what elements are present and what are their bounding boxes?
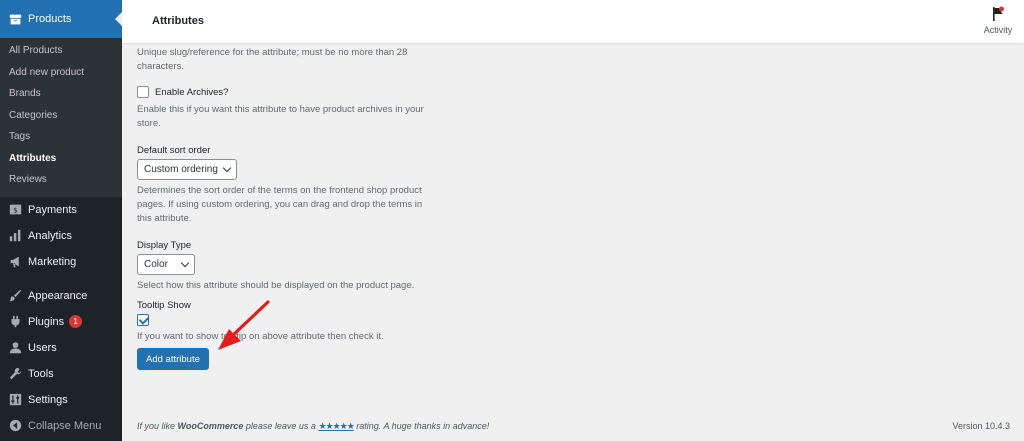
admin-sidebar: Products All Products Add new product Br… [0,0,122,441]
submenu-all-products[interactable]: All Products [0,40,122,62]
menu-tools-label: Tools [28,367,54,380]
products-submenu: All Products Add new product Brands Cate… [0,38,122,197]
payments-icon: $ [8,203,22,217]
flag-icon [993,6,1004,21]
sort-order-value: Custom ordering [144,164,218,175]
menu-marketing[interactable]: Marketing [0,249,122,275]
settings-sliders-icon [8,393,22,407]
sort-order-label: Default sort order [137,145,211,156]
menu-tools[interactable]: Tools [0,361,122,387]
footer-brand: WooCommerce [177,421,244,431]
submenu-brands[interactable]: Brands [0,83,122,105]
menu-appearance[interactable]: Appearance [0,283,122,309]
submenu-add-new-product[interactable]: Add new product [0,62,122,84]
tooltip-show-label: Tooltip Show [137,300,191,311]
collapse-menu-button[interactable]: Collapse Menu [0,413,122,439]
menu-settings-label: Settings [28,393,68,406]
svg-text:$: $ [13,205,18,214]
menu-plugins-label: Plugins [28,315,65,328]
menu-plugins[interactable]: Plugins 1 [0,309,122,335]
activity-button[interactable]: Activity [980,6,1016,35]
plugins-update-badge: 1 [69,315,83,328]
menu-products[interactable]: Products [0,0,122,38]
tooltip-show-description: If you want to show tooltip on above att… [137,331,384,342]
paintbrush-icon [8,289,22,303]
sort-order-description: Determines the sort order of the terms o… [137,185,423,224]
page-title: Attributes [152,15,204,27]
submenu-reviews[interactable]: Reviews [0,169,122,191]
footer-rating-text: If you like WooCommerce please leave us … [137,421,490,431]
slug-description: Unique slug/reference for the attribute;… [137,47,408,72]
activity-label: Activity [983,25,1013,35]
collapse-arrow-icon [8,419,22,433]
user-icon [8,341,22,355]
menu-products-label: Products [28,13,72,25]
enable-archives-description: Enable this if you want this attribute t… [137,104,424,129]
archive-icon [8,12,22,26]
rating-stars-link[interactable]: ★★★★★ [318,421,354,431]
display-type-label: Display Type [137,240,192,251]
page-header: Attributes Activity [122,0,1024,43]
chevron-down-icon [222,163,232,173]
display-type-description: Select how this attribute should be disp… [137,280,415,291]
submenu-attributes[interactable]: Attributes [0,148,122,170]
display-type-value: Color [144,259,168,270]
collapse-menu-label: Collapse Menu [28,419,102,432]
menu-users-label: Users [28,341,57,354]
menu-appearance-label: Appearance [28,289,88,302]
submenu-categories[interactable]: Categories [0,105,122,127]
display-type-select[interactable]: Color [137,254,195,275]
tooltip-show-checkbox[interactable] [137,314,149,326]
menu-payments[interactable]: $ Payments [0,197,122,223]
wrench-icon [8,367,22,381]
chevron-down-icon [180,258,190,268]
menu-settings[interactable]: Settings [0,387,122,413]
submenu-tags[interactable]: Tags [0,126,122,148]
menu-analytics[interactable]: Analytics [0,223,122,249]
megaphone-icon [8,255,22,269]
bar-chart-icon [8,229,22,243]
enable-archives-label: Enable Archives? [155,86,229,98]
version-text: Version 10.4.3 [952,421,1010,431]
menu-marketing-label: Marketing [28,255,77,268]
enable-archives-checkbox[interactable] [137,86,149,98]
menu-users[interactable]: Users [0,335,122,361]
sort-order-select[interactable]: Custom ordering [137,159,237,180]
menu-payments-label: Payments [28,203,77,216]
enable-archives-row: Enable Archives? [137,86,228,98]
add-attribute-button[interactable]: Add attribute [137,348,209,370]
plugin-icon [8,315,22,329]
menu-analytics-label: Analytics [28,229,73,242]
